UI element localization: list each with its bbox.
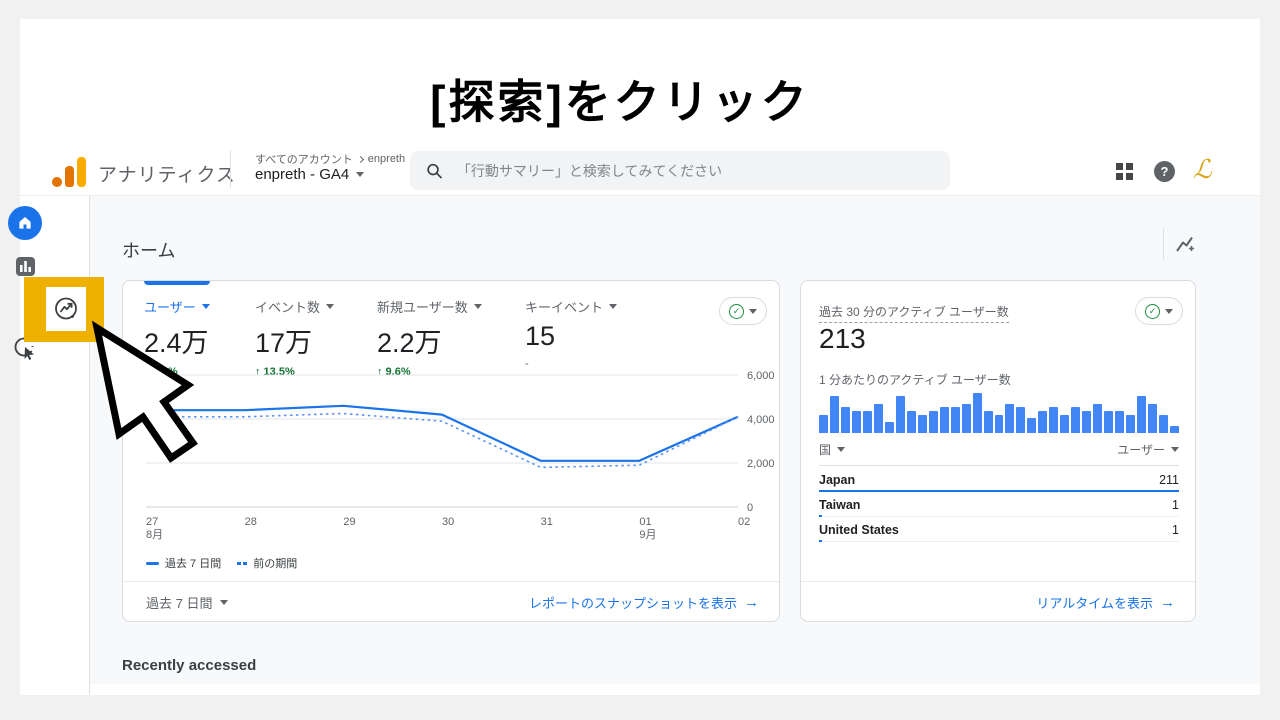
svg-text:29: 29 [343,516,355,528]
dimension-dropdown[interactable]: 国 [819,441,845,458]
home-icon [16,214,34,232]
realtime-bar-chart [819,389,1179,433]
reports-icon [15,256,36,277]
caret-down-icon [1171,447,1179,452]
search-bar[interactable] [410,151,950,190]
realtime-title: 過去 30 分のアクティブ ユーザー数 [819,303,1009,323]
data-quality-badge[interactable]: ✓ [719,297,767,325]
realtime-card-footer: リアルタイムを表示 → [801,582,1195,622]
caret-down-icon [202,304,210,309]
arrow-right-icon: → [744,594,759,611]
metric-value: 2.4万 [144,321,210,360]
caret-down-icon [326,304,334,309]
search-input[interactable] [457,163,934,179]
svg-text:27: 27 [146,516,158,528]
active-users-value: 213 [819,323,866,355]
search-icon [426,162,443,180]
breadcrumb: すべてのアカウント enpreth [255,151,405,167]
apps-grid-icon[interactable] [1116,163,1133,180]
slide-title: [探索]をクリック [0,66,1240,132]
selected-metric-indicator [144,281,210,285]
explore-icon [53,296,79,322]
chevron-right-icon [357,155,364,162]
svg-text:2,000: 2,000 [747,458,775,470]
chart-legend: 過去 7 日間 前の期間 [146,555,297,571]
dashed-line-swatch [237,562,247,565]
svg-text:9月: 9月 [639,529,656,541]
report-snapshot-link[interactable]: レポートのスナップショットを表示 → [529,593,759,612]
solid-line-swatch [146,562,159,565]
data-quality-badge[interactable]: ✓ [1135,297,1183,325]
recently-accessed-title: Recently accessed [122,657,256,674]
overview-card: ユーザー 2.4万 ↑ 2.4% イベント数 17万 ↑ 13.5% 新規ユーザ… [122,280,780,622]
metric-dropdown[interactable]: ユーザー [1117,441,1179,458]
help-button[interactable]: ? [1154,161,1175,182]
breadcrumb-root: すべてのアカウント [255,151,353,167]
insights-divider [1163,228,1164,260]
caret-down-icon [1165,309,1173,314]
caret-down-icon [356,172,364,177]
realtime-card: 過去 30 分のアクティブ ユーザー数 ✓ 213 1 分あたりのアクティブ ユ… [800,280,1196,622]
property-selector[interactable]: enpreth - GA4 [255,166,364,183]
svg-text:8月: 8月 [146,529,163,541]
caret-down-icon [837,447,845,452]
property-selector-label: enpreth - GA4 [255,166,349,183]
sidebar-item-home[interactable] [0,206,50,240]
caret-down-icon [220,600,228,605]
table-row[interactable]: United States 1 [819,517,1179,542]
page-title: ホーム [122,237,175,263]
overview-card-footer: 過去 7 日間 レポートのスナップショットを表示 → [123,582,779,622]
table-row[interactable]: Japan 211 [819,467,1179,492]
header-divider [230,150,231,188]
realtime-table-header: 国 ユーザー [819,441,1179,458]
sidebar-item-explore[interactable] [46,287,86,331]
date-range-dropdown[interactable]: 過去 7 日間 [146,593,228,612]
product-name: アナリティクス [98,160,236,187]
svg-text:02: 02 [738,516,750,528]
breadcrumb-account: enpreth [368,153,405,165]
svg-text:4,000: 4,000 [747,414,775,426]
avatar[interactable]: ℒ [1193,155,1212,185]
metric-tab-key-events[interactable]: キーイベント 15 - [525,297,617,370]
click-highlight-box [24,277,104,342]
caret-down-icon [474,304,482,309]
metric-value: 2.2万 [377,321,482,360]
check-circle-icon: ✓ [1145,304,1160,319]
svg-text:30: 30 [442,516,454,528]
svg-text:01: 01 [639,516,651,528]
view-realtime-link[interactable]: リアルタイムを表示 → [1036,593,1175,612]
users-line-chart: 0 2,000 4,000 6,000 278月 28 29 30 31 019月 02 [146,367,780,551]
insights-button[interactable] [1173,233,1197,257]
metric-tab-new-users[interactable]: 新規ユーザー数 2.2万 ↑ 9.6% [377,297,482,378]
table-row[interactable]: Taiwan 1 [819,492,1179,517]
svg-text:31: 31 [541,516,553,528]
sidebar-item-reports[interactable] [0,256,50,277]
per-minute-label: 1 分あたりのアクティブ ユーザー数 [819,371,1011,388]
legend-previous-label: 前の期間 [253,555,297,571]
analytics-logo-icon [52,157,88,187]
metric-value: 15 [525,321,617,352]
legend-current-label: 過去 7 日間 [165,555,221,571]
country-table: Japan 211 Taiwan 1 United States 1 [819,467,1179,542]
check-circle-icon: ✓ [729,304,744,319]
caret-down-icon [609,304,617,309]
svg-text:0: 0 [747,502,753,514]
help-icon: ? [1161,164,1169,179]
caret-down-icon [749,309,757,314]
home-selected-circle [8,206,42,240]
metric-tab-events[interactable]: イベント数 17万 ↑ 13.5% [255,297,334,378]
insights-icon [1173,233,1197,257]
metric-value: 17万 [255,321,334,360]
cutoff-card-strip [90,684,1260,695]
country-value-bar [819,540,822,542]
svg-text:28: 28 [245,516,257,528]
metric-tab-users[interactable]: ユーザー 2.4万 ↑ 2.4% [144,297,210,378]
table-divider [819,465,1179,466]
arrow-right-icon: → [1160,594,1175,611]
svg-text:6,000: 6,000 [747,370,775,382]
